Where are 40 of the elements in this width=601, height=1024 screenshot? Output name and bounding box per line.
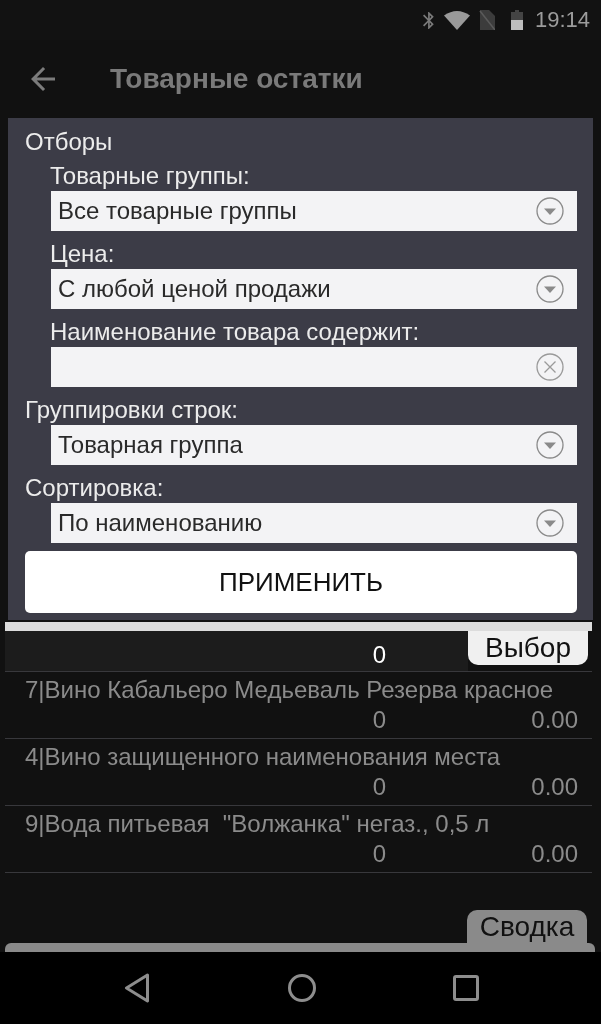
clear-icon[interactable] [536,353,564,381]
product-name: 7|Вино Кабальеро Медьеваль Резерва красное [25,676,555,704]
section-title: Отборы [25,127,114,157]
field-label: Цена: [50,239,116,269]
status-time: 19:14 [534,7,590,33]
wifi-icon [443,10,470,30]
no-sim-icon [478,10,495,30]
back-arrow-icon[interactable] [31,67,55,91]
section-title: Группировки строк: [25,395,239,425]
list-row[interactable]: 9|Вода питьевая "Волжанка" негаз., 0,5 л 0 0.00 [5,806,592,873]
quantity-value: 0 [372,640,386,670]
select-dropdown[interactable]: Товарная группа [51,425,577,465]
back-triangle-icon[interactable] [124,973,150,1003]
screen-title: Товарные остатки [110,63,363,95]
home-circle-icon[interactable] [288,974,316,1002]
section-title: Сортировка: [25,473,165,503]
list-row[interactable]: 4|Вино защищенного наименования места 0 0.00 [5,739,592,806]
quantity-value: 0 [372,772,386,802]
amount-value: 0.00 [531,705,578,735]
bluetooth-icon [422,11,434,29]
drawer-tab[interactable]: Выбор [468,631,588,665]
amount-value: 0.00 [531,839,578,869]
field-label: Товарные группы: [50,161,251,191]
select-dropdown[interactable]: С любой ценой продажи [51,269,577,309]
field-label: Наименование товара содержит: [50,317,421,347]
battery-icon [510,10,523,30]
drawer-tab[interactable]: Сводка [467,910,587,943]
quantity-value: 0 [372,705,386,735]
text-input-field[interactable] [51,347,577,387]
product-name: 4|Вино защищенного наименования места [25,743,502,771]
select-dropdown[interactable]: Все товарные группы [51,191,577,231]
list-row[interactable]: 7|Вино Кабальеро Медьеваль Резерва красное 0 0.00 [5,672,592,739]
select-dropdown[interactable]: По наименованию [51,503,577,543]
recents-square-icon[interactable] [453,975,479,1001]
list-row[interactable]: 0 [5,631,468,671]
drawer-handle-bar[interactable] [5,943,595,952]
quantity-value: 0 [372,839,386,869]
apply-button[interactable]: ПРИМЕНИТЬ [25,551,577,613]
amount-value: 0.00 [531,772,578,802]
product-name: 9|Вода питьевая "Волжанка" негаз., 0,5 л [25,810,491,838]
